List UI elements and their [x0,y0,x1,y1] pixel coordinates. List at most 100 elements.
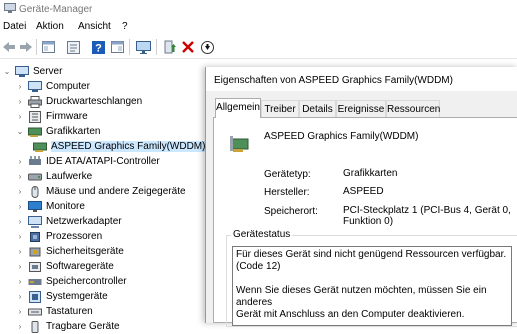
expand-chevron-icon[interactable]: › [15,97,25,106]
system-device-icon [29,290,41,303]
tree-item-grafikkarten[interactable]: ⌄ Grafikkarten [15,124,101,139]
properties-icon[interactable] [65,39,81,55]
tree-label: Computer [46,81,90,92]
device-type-value: Grafikkarten [343,168,398,179]
tree-item-druckwarteschlangen[interactable]: › Druckwarteschlangen [15,94,142,109]
software-device-icon [29,261,41,272]
mouse-icon [31,185,39,198]
status-blank [236,273,508,285]
tree-item-netzwerkadapter[interactable]: › Netzwerkadapter [15,214,122,229]
tree-item-sicherheitsgeraete[interactable]: › Sicherheitsgeräte [15,244,124,259]
expand-chevron-icon[interactable]: › [15,82,25,91]
device-type-label: Gerätetyp: [264,169,311,180]
security-device-icon [29,247,41,256]
tree-item-speichercontroller[interactable]: › Speichercontroller [15,274,127,289]
expand-chevron-icon[interactable]: › [15,202,25,211]
display-adapter-warning-icon [230,136,249,152]
expand-chevron-icon[interactable]: › [15,172,25,181]
portable-device-icon [31,320,39,333]
tree-item-firmware[interactable]: › Firmware [15,109,88,124]
tree-item-prozessoren[interactable]: › Prozessoren [15,229,102,244]
collapse-chevron-icon[interactable]: ⌄ [15,127,25,136]
tree-item-tastaturen[interactable]: › Tastaturen [15,304,93,319]
monitor-icon[interactable] [135,39,151,55]
tree-label: ASPEED Graphics Family(WDDM) [51,141,206,152]
manufacturer-value: ASPEED [343,186,384,197]
tree-item-systemgeraete[interactable]: › Systemgeräte [15,289,108,304]
help-icon[interactable]: ? [90,39,106,55]
forward-icon[interactable] [18,39,34,55]
expand-chevron-icon[interactable]: › [15,277,25,286]
expand-chevron-icon[interactable]: › [15,157,25,166]
printer-icon [28,95,42,108]
tree-root-server[interactable]: ⌄ Server [2,64,62,79]
tree-label: Server [33,66,63,77]
device-view-icon[interactable] [40,39,56,55]
tree-label: Druckwarteschlangen [46,96,143,107]
expand-chevron-icon[interactable]: › [15,307,25,316]
resources-view-icon[interactable] [109,39,125,55]
firmware-icon [29,110,41,123]
computer-icon [28,80,42,92]
menu-aktion[interactable]: Aktion [36,21,64,32]
expand-chevron-icon[interactable]: › [15,217,25,226]
tree-label: Grafikkarten [46,126,101,137]
status-line: Wenn Sie dieses Gerät nutzen möchten, mü… [236,285,487,308]
tree-item-softwaregeraete[interactable]: › Softwaregeräte [15,259,114,274]
uninstall-icon[interactable] [180,39,196,55]
tab-treiber[interactable]: Treiber [261,100,299,117]
tab-allgemein[interactable]: Allgemein [215,98,261,118]
tree-label: Mäuse und andere Zeigegeräte [46,186,186,197]
ide-controller-icon [29,155,41,165]
tree-item-tragbare-geraete[interactable]: › Tragbare Geräte [15,319,120,334]
expand-chevron-icon[interactable]: › [15,262,25,271]
menu-bar: Datei Aktion Ansicht ? [0,19,517,35]
status-line: Gerät mit Anschluss an den Computer deak… [236,309,465,320]
computer-icon [15,65,29,77]
tree-item-aspeed-graphics[interactable]: ASPEED Graphics Family(WDDM) [33,139,206,154]
back-icon[interactable] [1,39,17,55]
location-label: Speicherort: [264,206,318,217]
tab-details[interactable]: Details [299,100,336,117]
display-adapter-warning-icon [33,142,47,152]
processor-icon [30,231,40,242]
tree-label: Systemgeräte [46,291,108,302]
tab-ressourcen[interactable]: Ressourcen [386,100,440,117]
tree-label: Speichercontroller [46,276,127,287]
update-driver-icon[interactable] [162,39,178,55]
expand-chevron-icon[interactable]: › [15,247,25,256]
storage-controller-icon [28,278,42,285]
tree-label: IDE ATA/ATAPI-Controller [46,156,160,167]
menu-help[interactable]: ? [122,21,128,32]
tab-ereignisse[interactable]: Ereignisse [336,100,386,117]
disk-drive-icon [28,173,42,180]
toolbar-separator [129,39,130,55]
expand-chevron-icon[interactable]: › [15,292,25,301]
tree-label: Sicherheitsgeräte [46,246,124,257]
expand-chevron-icon[interactable]: › [15,112,25,121]
download-icon[interactable] [199,39,215,55]
title-bar: Geräte-Manager [0,0,517,19]
menu-datei[interactable]: Datei [3,21,26,32]
tree-label: Netzwerkadapter [46,216,122,227]
device-manager-icon [4,3,16,13]
menu-ansicht[interactable]: Ansicht [78,21,111,32]
tree-item-laufwerke[interactable]: › Laufwerke [15,169,92,184]
svg-text:?: ? [95,42,102,54]
collapse-chevron-icon[interactable]: ⌄ [2,67,12,76]
dialog-title-bar[interactable]: Eigenschaften von ASPEED Graphics Family… [206,67,517,91]
expand-chevron-icon[interactable]: › [15,322,25,331]
tree-item-ide-controller[interactable]: › IDE ATA/ATAPI-Controller [15,154,160,169]
tree-label: Softwaregeräte [46,261,114,272]
tree-label: Laufwerke [46,171,93,182]
properties-dialog: Eigenschaften von ASPEED Graphics Family… [205,67,517,327]
tree-item-maeuse[interactable]: › Mäuse und andere Zeigegeräte [15,184,186,199]
tree-item-computer[interactable]: › Computer [15,79,90,94]
device-status-textbox[interactable]: Für dieses Gerät sind nicht genügend Res… [232,246,512,326]
tree-label: Prozessoren [46,231,103,242]
device-tree: ⌄ Server › Computer › Druckwarteschlange… [0,60,206,333]
expand-chevron-icon[interactable]: › [15,187,25,196]
expand-chevron-icon[interactable]: › [15,232,25,241]
tree-item-monitore[interactable]: › Monitore [15,199,85,214]
toolbar-separator [36,39,37,55]
